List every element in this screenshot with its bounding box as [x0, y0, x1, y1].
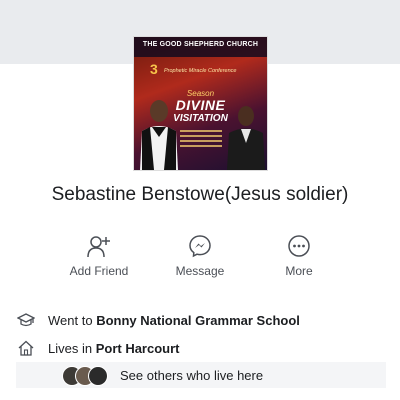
add-friend-icon [54, 232, 144, 260]
cover-person-left [140, 100, 178, 170]
message-label: Message [175, 264, 225, 278]
message-button[interactable]: Message [155, 232, 245, 278]
cover-person-right [227, 106, 265, 170]
profile-name: Sebastine Benstowe(Jesus soldier) [51, 184, 349, 205]
home-prefix: Lives in [48, 340, 96, 356]
messenger-icon [155, 232, 245, 260]
avatar [88, 366, 108, 386]
profile-photo[interactable]: THE GOOD SHEPHERD CHURCH 3 Prophetic Mir… [133, 36, 268, 171]
more-label: More [285, 264, 313, 278]
education-value[interactable]: Bonny National Grammar School [96, 313, 300, 328]
more-button[interactable]: More [254, 232, 344, 278]
education-row[interactable]: Went to Bonny National Grammar School [16, 310, 386, 330]
cover-title: THE GOOD SHEPHERD CHURCH [142, 41, 259, 48]
home-icon [16, 338, 36, 358]
add-friend-button[interactable]: Add Friend [54, 232, 144, 278]
home-row[interactable]: Lives in Port Harcourt [16, 338, 386, 358]
cover-conference: Prophetic Miracle Conference [164, 68, 237, 74]
education-prefix: Went to [48, 312, 97, 328]
cover-details [180, 127, 222, 157]
add-friend-label: Add Friend [69, 264, 129, 278]
home-value[interactable]: Port Harcourt [96, 341, 180, 356]
friend-avatars [62, 365, 114, 386]
see-others-label: See others who live here [120, 367, 264, 383]
graduation-cap-icon [16, 310, 36, 330]
see-others-link[interactable]: See others who live here [16, 362, 386, 388]
cover-number: 3 [150, 61, 158, 77]
profile-actions: Add Friend Message More [0, 232, 400, 282]
more-icon [254, 232, 344, 260]
